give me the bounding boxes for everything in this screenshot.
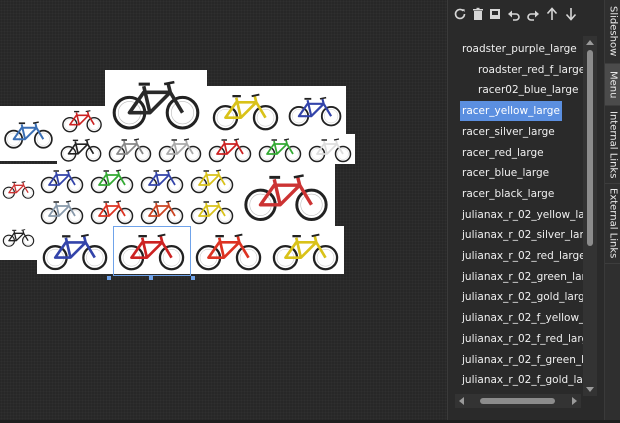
tab-slideshow[interactable]: Slideshow [605,0,620,64]
bike-thumbnail[interactable] [0,164,37,214]
menu-item[interactable]: roadster_red_f_large [476,60,586,80]
menu-item[interactable]: julianax_r_02_f_gold_large [460,370,586,390]
menu-list[interactable]: roadster_purple_large roadster_red_f_larg… [460,39,586,391]
scroll-right-icon[interactable] [572,397,577,405]
vertical-tab-strip: Slideshow Menu Internal Links External L… [604,0,620,423]
bike-thumbnail[interactable] [205,134,255,164]
bike-thumbnail[interactable] [105,134,155,164]
vertical-scroll-thumb[interactable] [587,50,593,246]
bike-thumbnail[interactable] [190,226,267,274]
bike-thumbnail[interactable] [207,86,284,134]
bike-thumbnail[interactable] [0,214,37,260]
bike-thumbnail[interactable] [37,196,87,226]
bike-thumbnail[interactable] [305,134,355,164]
bike-thumbnail[interactable] [137,196,187,226]
redo-icon[interactable] [526,7,540,21]
menu-horizontal-scrollbar[interactable] [455,394,581,408]
collage-canvas[interactable] [0,0,447,423]
panel-toolbar [448,0,604,30]
menu-item[interactable]: racer02_blue_large [476,80,580,100]
side-panel: roadster_purple_large roadster_red_f_larg… [447,0,604,423]
undo-icon[interactable] [507,7,521,21]
menu-item[interactable]: racer_red_large [460,143,546,163]
menu-item[interactable]: julianax_r_02_green_large [460,267,586,287]
menu-item[interactable]: roadster_purple_large [460,39,579,59]
bike-thumbnail[interactable] [155,134,205,164]
scroll-up-icon[interactable] [586,40,594,45]
bike-thumbnail[interactable] [113,226,190,274]
bike-thumbnail[interactable] [255,134,305,164]
menu-item[interactable]: julianax_r_02_f_red_large [460,329,586,349]
menu-item[interactable]: julianax_r_02_red_large [460,246,586,266]
bike-thumbnail[interactable] [187,196,237,226]
menu-vertical-scrollbar[interactable] [583,36,597,396]
move-down-icon[interactable] [564,7,578,21]
bike-thumbnail[interactable] [57,106,107,134]
resize-handle[interactable] [191,276,195,280]
bike-thumbnail[interactable] [37,226,113,274]
menu-item[interactable]: racer_blue_large [460,163,551,183]
resize-handle[interactable] [149,276,153,280]
menu-item[interactable]: racer_yellow_large [460,101,562,122]
move-up-icon[interactable] [545,7,559,21]
bike-thumbnail[interactable] [284,86,346,134]
menu-item[interactable]: racer_black_large [460,184,556,204]
bike-thumbnail[interactable] [267,226,344,274]
menu-item[interactable]: julianax_r_02_yellow_large [460,205,586,225]
bike-thumbnail[interactable] [37,164,87,196]
bike-thumbnail[interactable] [237,164,335,226]
scroll-left-icon[interactable] [459,397,464,405]
tab-external-links[interactable]: External Links [605,184,620,264]
bike-thumbnail[interactable] [87,196,137,226]
tab-internal-links[interactable]: Internal Links [605,106,620,184]
menu-item[interactable]: racer_silver_large [460,122,557,142]
menu-item[interactable]: julianax_r_02_silver_large [460,225,586,245]
trash-icon[interactable] [471,7,485,21]
resize-handle[interactable] [107,276,111,280]
menu-item[interactable]: julianax_r_02_f_yellow_large [460,308,586,328]
bike-thumbnail[interactable] [87,164,137,196]
image-icon[interactable] [488,7,502,21]
menu-item[interactable]: julianax_r_02_gold_large [460,287,586,307]
bike-thumbnail[interactable] [137,164,187,196]
bike-thumbnail[interactable] [105,70,207,135]
bike-thumbnail[interactable] [0,106,57,161]
menu-item[interactable]: julianax_r_02_f_green_large [460,350,586,370]
scroll-down-icon[interactable] [586,387,594,392]
refresh-icon[interactable] [453,7,467,21]
bike-thumbnail[interactable] [187,164,237,196]
bike-thumbnail[interactable] [57,134,105,164]
tab-menu[interactable]: Menu [605,64,620,106]
horizontal-scroll-thumb[interactable] [480,398,555,404]
